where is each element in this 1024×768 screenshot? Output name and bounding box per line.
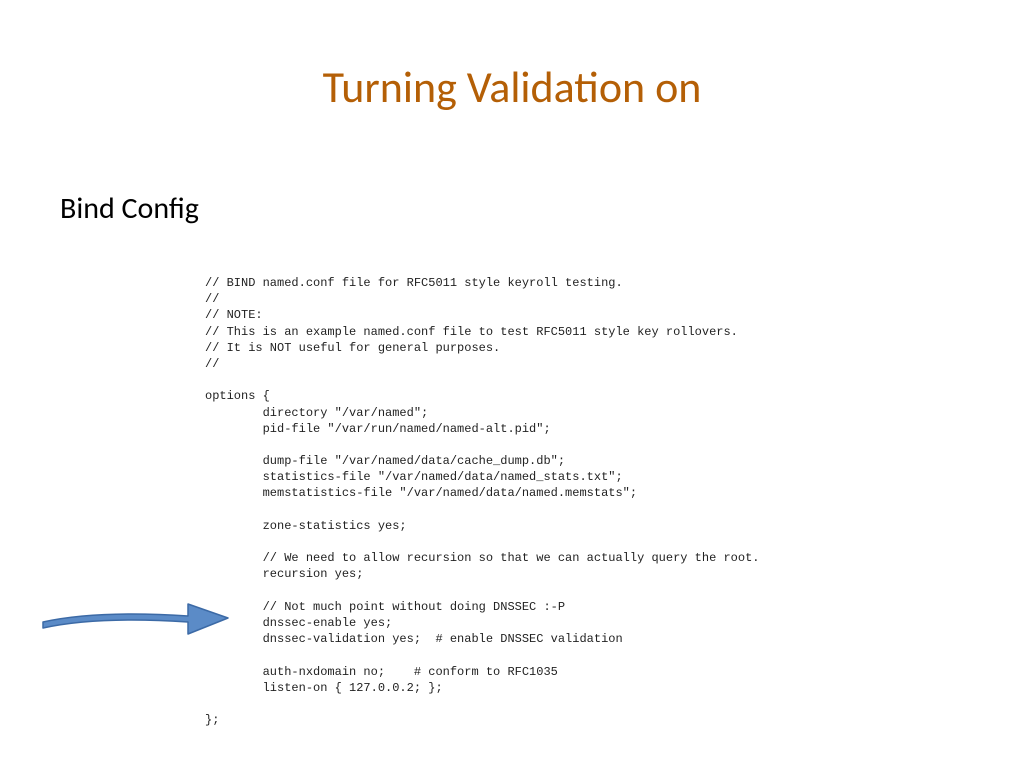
slide-subtitle: Bind Config [60,190,199,227]
slide-title: Turning Validation on [0,60,1024,114]
code-block: // BIND named.conf file for RFC5011 styl… [205,275,760,728]
slide: Turning Validation on Bind Config // BIN… [0,0,1024,768]
arrow-icon [38,592,238,642]
